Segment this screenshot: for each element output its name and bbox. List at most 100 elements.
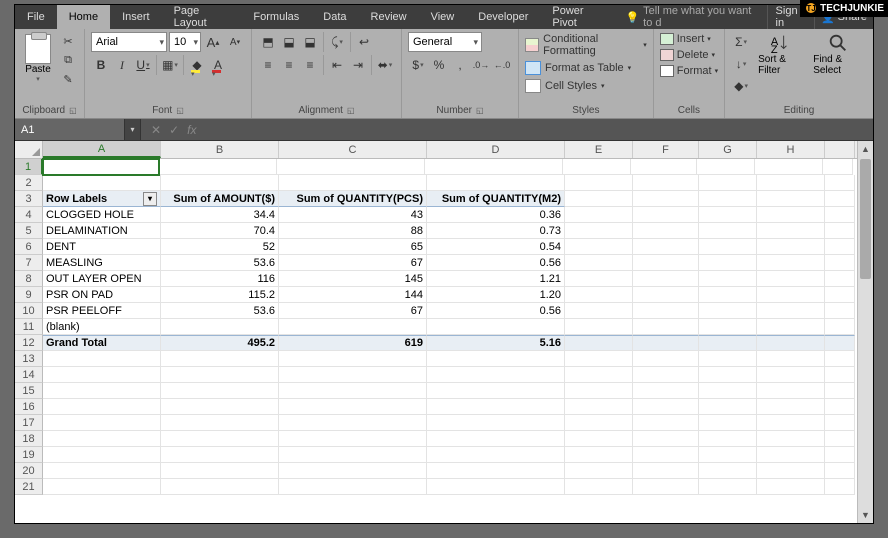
row-header-15[interactable]: 15 xyxy=(15,383,43,399)
cell[interactable] xyxy=(565,239,633,255)
align-bottom-button[interactable]: ⬓ xyxy=(300,32,320,52)
cell[interactable] xyxy=(699,383,757,399)
cell[interactable] xyxy=(161,447,279,463)
cell[interactable] xyxy=(825,207,855,223)
col-header-G[interactable]: G xyxy=(699,141,757,158)
cell[interactable]: 34.4 xyxy=(161,207,279,223)
cell[interactable] xyxy=(825,255,855,271)
cell[interactable] xyxy=(825,351,855,367)
italic-button[interactable]: I xyxy=(112,55,132,75)
font-name-combo[interactable]: Arial xyxy=(91,32,167,52)
cell[interactable] xyxy=(825,335,855,351)
increase-indent-button[interactable]: ⇥ xyxy=(348,55,368,75)
cell[interactable] xyxy=(565,383,633,399)
cell[interactable] xyxy=(757,335,825,351)
align-right-button[interactable]: ≡ xyxy=(300,55,320,75)
cell[interactable] xyxy=(563,159,631,175)
cell[interactable] xyxy=(699,367,757,383)
cell[interactable] xyxy=(43,479,161,495)
clipboard-launcher-icon[interactable]: ◱ xyxy=(69,106,77,115)
pivot-filter-dropdown[interactable]: ▾ xyxy=(143,192,157,206)
cell[interactable] xyxy=(699,303,757,319)
tab-insert[interactable]: Insert xyxy=(110,5,162,29)
cell[interactable]: 52 xyxy=(161,239,279,255)
row-header-10[interactable]: 10 xyxy=(15,303,43,319)
cell[interactable] xyxy=(699,207,757,223)
cell[interactable] xyxy=(565,431,633,447)
cell[interactable] xyxy=(427,399,565,415)
row-header-8[interactable]: 8 xyxy=(15,271,43,287)
cell[interactable] xyxy=(699,479,757,495)
cell[interactable]: Row Labels▾ xyxy=(43,191,161,207)
tab-page-layout[interactable]: Page Layout xyxy=(162,5,242,29)
cell[interactable]: 88 xyxy=(279,223,427,239)
cell[interactable] xyxy=(825,479,855,495)
cell[interactable] xyxy=(43,367,161,383)
fill-button[interactable]: ↓ xyxy=(731,54,751,74)
col-header-D[interactable]: D xyxy=(427,141,565,158)
cell[interactable] xyxy=(757,239,825,255)
cell[interactable] xyxy=(161,479,279,495)
cell[interactable]: 144 xyxy=(279,287,427,303)
row-header-18[interactable]: 18 xyxy=(15,431,43,447)
cell[interactable] xyxy=(757,319,825,335)
cell[interactable] xyxy=(699,399,757,415)
row-header-16[interactable]: 16 xyxy=(15,399,43,415)
row-header-6[interactable]: 6 xyxy=(15,239,43,255)
format-painter-button[interactable]: ✎ xyxy=(58,70,78,88)
cell[interactable] xyxy=(757,303,825,319)
row-header-4[interactable]: 4 xyxy=(15,207,43,223)
cell[interactable] xyxy=(279,367,427,383)
cell[interactable]: 1.20 xyxy=(427,287,565,303)
cell[interactable] xyxy=(757,447,825,463)
cell[interactable] xyxy=(757,175,825,191)
cell[interactable] xyxy=(427,175,565,191)
cell[interactable] xyxy=(565,271,633,287)
cell[interactable] xyxy=(699,255,757,271)
cell[interactable] xyxy=(697,159,755,175)
cell[interactable] xyxy=(427,319,565,335)
cell[interactable]: 53.6 xyxy=(161,255,279,271)
cell[interactable]: (blank) xyxy=(43,319,161,335)
cell[interactable] xyxy=(43,431,161,447)
cell[interactable]: Sum of AMOUNT($) xyxy=(161,191,279,207)
cell[interactable] xyxy=(757,415,825,431)
row-header-11[interactable]: 11 xyxy=(15,319,43,335)
cell[interactable] xyxy=(161,463,279,479)
cell[interactable] xyxy=(633,271,699,287)
cell[interactable] xyxy=(699,431,757,447)
cell[interactable] xyxy=(633,351,699,367)
cell[interactable] xyxy=(42,158,160,176)
cell[interactable]: 70.4 xyxy=(161,223,279,239)
cell[interactable] xyxy=(159,159,277,175)
copy-button[interactable]: ⧉ xyxy=(58,51,78,69)
formula-input[interactable] xyxy=(206,119,873,140)
cell[interactable] xyxy=(565,207,633,223)
cell[interactable] xyxy=(279,175,427,191)
cell[interactable] xyxy=(427,367,565,383)
cell[interactable]: OUT LAYER OPEN xyxy=(43,271,161,287)
cell[interactable] xyxy=(699,175,757,191)
fill-color-button[interactable]: ◆ xyxy=(187,55,207,75)
wrap-text-button[interactable]: ↩ xyxy=(354,32,374,52)
align-middle-button[interactable]: ⬓ xyxy=(279,32,299,52)
increase-font-button[interactable]: A▴ xyxy=(203,32,223,52)
clear-button[interactable]: ◆ xyxy=(731,76,751,96)
cell[interactable]: 0.54 xyxy=(427,239,565,255)
cell[interactable] xyxy=(633,447,699,463)
cell[interactable] xyxy=(427,383,565,399)
cell[interactable] xyxy=(757,351,825,367)
cell[interactable] xyxy=(699,415,757,431)
cell[interactable] xyxy=(43,351,161,367)
cell[interactable] xyxy=(699,287,757,303)
cell[interactable]: 65 xyxy=(279,239,427,255)
cell[interactable] xyxy=(633,431,699,447)
cell[interactable] xyxy=(279,319,427,335)
cell[interactable] xyxy=(699,335,757,351)
row-header-7[interactable]: 7 xyxy=(15,255,43,271)
cell[interactable] xyxy=(565,319,633,335)
number-format-combo[interactable]: General xyxy=(408,32,482,52)
cell[interactable] xyxy=(633,303,699,319)
cell[interactable] xyxy=(699,447,757,463)
currency-button[interactable]: $ xyxy=(408,55,428,75)
